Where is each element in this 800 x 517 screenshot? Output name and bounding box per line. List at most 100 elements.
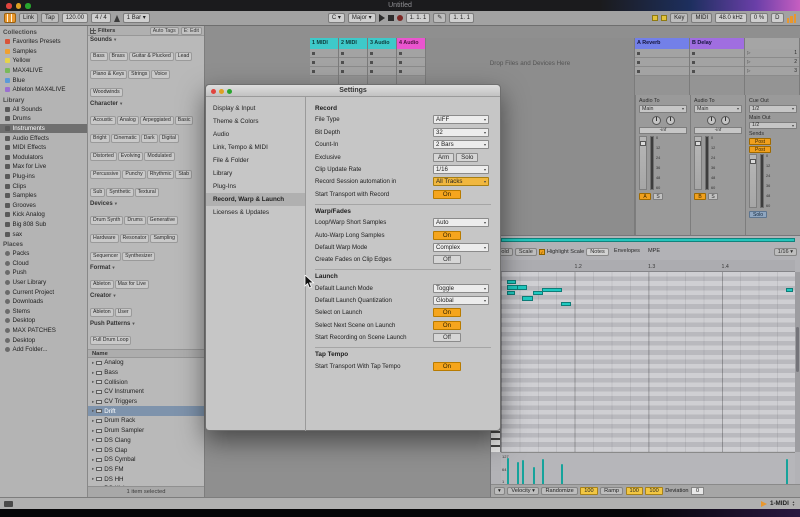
return-track-header[interactable]: B Delay <box>690 38 744 49</box>
play-button[interactable] <box>379 14 385 22</box>
toggle-button[interactable]: On <box>433 362 461 371</box>
minimize-button[interactable] <box>219 89 224 94</box>
browser-result-row[interactable]: ▸Drift <box>88 406 204 416</box>
places-item[interactable]: Current Project <box>0 287 87 297</box>
velocity-stem[interactable] <box>507 467 509 485</box>
filter-tag[interactable]: Generative <box>147 216 178 225</box>
filter-tag[interactable]: Strings <box>128 70 150 79</box>
toggle-button[interactable]: Off <box>433 255 461 264</box>
settings-nav-item[interactable]: Audio <box>206 128 305 141</box>
tap-tempo-button[interactable]: Tap <box>41 13 59 23</box>
settings-nav-item[interactable]: Record, Warp & Launch <box>206 193 305 206</box>
clip-slot[interactable] <box>339 49 367 58</box>
toggle-button[interactable]: On <box>433 321 461 330</box>
velocity-stem[interactable] <box>542 459 544 485</box>
clip-slot[interactable] <box>690 67 744 76</box>
browser-result-row[interactable]: ▸CV Instrument <box>88 387 204 397</box>
places-item[interactable]: Stems <box>0 306 87 316</box>
tempo-field[interactable]: 120.00 <box>62 13 88 23</box>
filter-tag[interactable]: Evolving <box>118 152 144 161</box>
results-name-header[interactable]: Name <box>88 349 204 358</box>
library-item[interactable]: Grooves <box>0 201 87 211</box>
clip-loop-bar[interactable] <box>501 238 795 242</box>
places-header[interactable]: Places <box>0 239 87 249</box>
filter-tag[interactable]: Distorted <box>90 152 117 161</box>
scale-root-menu[interactable]: C ▾ <box>328 13 345 23</box>
crossfade-b-button[interactable]: B <box>694 193 706 200</box>
places-item[interactable]: User Library <box>0 278 87 288</box>
library-item[interactable]: Instruments <box>0 124 87 134</box>
browser-result-row[interactable]: ▸DS Cymbal <box>88 455 204 465</box>
draw-mode-button[interactable]: ✎ <box>433 13 446 23</box>
filter-tag[interactable]: Hardware <box>90 234 119 243</box>
dropdown[interactable]: Complex▾ <box>433 243 489 252</box>
clip-slot[interactable] <box>368 67 396 76</box>
ramp-end-field[interactable]: 100 <box>645 487 662 496</box>
volume-fader[interactable] <box>694 136 702 190</box>
settings-nav-item[interactable]: Theme & Colors <box>206 115 305 128</box>
velocity-stem[interactable] <box>517 462 519 485</box>
toggle-button[interactable]: On <box>433 308 461 317</box>
filter-tag[interactable]: Drums <box>124 216 145 225</box>
clip-nav-arrows-icon[interactable]: ▲▼ <box>792 501 795 507</box>
library-item[interactable]: Plug-ins <box>0 172 87 182</box>
pan-knob[interactable] <box>707 116 716 125</box>
browser-result-row[interactable]: ▸Bass <box>88 368 204 378</box>
library-item[interactable]: Kick Analog <box>0 210 87 220</box>
note-grid[interactable] <box>501 272 795 452</box>
clip-slot[interactable] <box>339 67 367 76</box>
randomize-amount-field[interactable]: 100 <box>580 487 597 496</box>
browser-result-row[interactable]: ▸CV Triggers <box>88 397 204 407</box>
highlight-scale-checkbox[interactable]: ✓ <box>539 249 545 255</box>
stop-button[interactable] <box>388 15 394 21</box>
clip-slot[interactable] <box>635 67 689 76</box>
editor-vertical-scrollbar[interactable] <box>795 272 800 452</box>
clip-slot[interactable] <box>310 58 338 67</box>
filter-tag[interactable]: Punchy <box>122 170 145 179</box>
dropdown[interactable]: 32▾ <box>433 128 489 137</box>
settings-nav-item[interactable]: Link, Tempo & MIDI <box>206 141 305 154</box>
tab-notes[interactable]: Notes <box>586 248 609 257</box>
dropdown[interactable]: Global▾ <box>433 296 489 305</box>
library-item[interactable]: Samples <box>0 191 87 201</box>
solo-cue-button[interactable]: Solo <box>749 211 767 218</box>
post-toggle-a[interactable]: Post <box>749 138 771 145</box>
edit-tags-button[interactable]: E: Edit <box>181 27 202 35</box>
library-item[interactable]: MIDI Effects <box>0 143 87 153</box>
lane-selector-menu[interactable]: Velocity ▾ <box>507 487 539 496</box>
tab-envelopes[interactable]: Envelopes <box>611 248 643 257</box>
return-track-header[interactable]: A Reverb <box>635 38 689 49</box>
browser-result-row[interactable]: ▸DS Clap <box>88 445 204 455</box>
main-out-select[interactable]: 1/2▾ <box>749 122 797 130</box>
fader-handle[interactable] <box>750 159 756 164</box>
solo-button[interactable]: S <box>708 193 718 200</box>
library-item[interactable]: Max for Live <box>0 162 87 172</box>
filter-tag[interactable]: Basic <box>175 116 194 125</box>
filter-tag[interactable]: Bright <box>90 134 110 143</box>
midi-map-button[interactable]: MIDI <box>691 13 712 23</box>
filter-tag[interactable]: Voice <box>151 70 170 79</box>
clip-slot[interactable] <box>310 49 338 58</box>
places-item[interactable]: Cloud <box>0 258 87 268</box>
settings-nav-item[interactable]: Library <box>206 167 305 180</box>
filter-section-header[interactable]: Creator▾ <box>90 293 202 299</box>
filter-tag[interactable]: Full Drum Loop <box>90 336 131 345</box>
filter-tag[interactable]: Lead <box>175 52 193 61</box>
toggle-button[interactable]: Off <box>433 333 461 342</box>
dropdown[interactable]: Toggle▾ <box>433 284 489 293</box>
collection-item[interactable]: Blue <box>0 75 87 85</box>
library-item[interactable]: Clips <box>0 181 87 191</box>
filter-tag[interactable]: Max for Live <box>115 280 149 289</box>
filter-tag[interactable]: Ableton <box>90 280 114 289</box>
collection-item[interactable]: MAX4LIVE <box>0 66 87 76</box>
settings-nav-item[interactable]: Licenses & Updates <box>206 206 305 219</box>
scene-slot[interactable]: ▷3 <box>745 67 799 76</box>
browser-result-row[interactable]: ▸Collision <box>88 377 204 387</box>
auto-tags-button[interactable]: Auto Tags <box>150 27 179 35</box>
dropdown[interactable]: 1/16▾ <box>433 165 489 174</box>
midi-note[interactable] <box>542 288 562 292</box>
collection-item[interactable]: Ableton MAX4LIVE <box>0 85 87 95</box>
link-button[interactable]: Link <box>19 13 38 23</box>
midi-note[interactable] <box>507 280 516 284</box>
filter-tag[interactable]: Synthesizer <box>122 252 155 261</box>
